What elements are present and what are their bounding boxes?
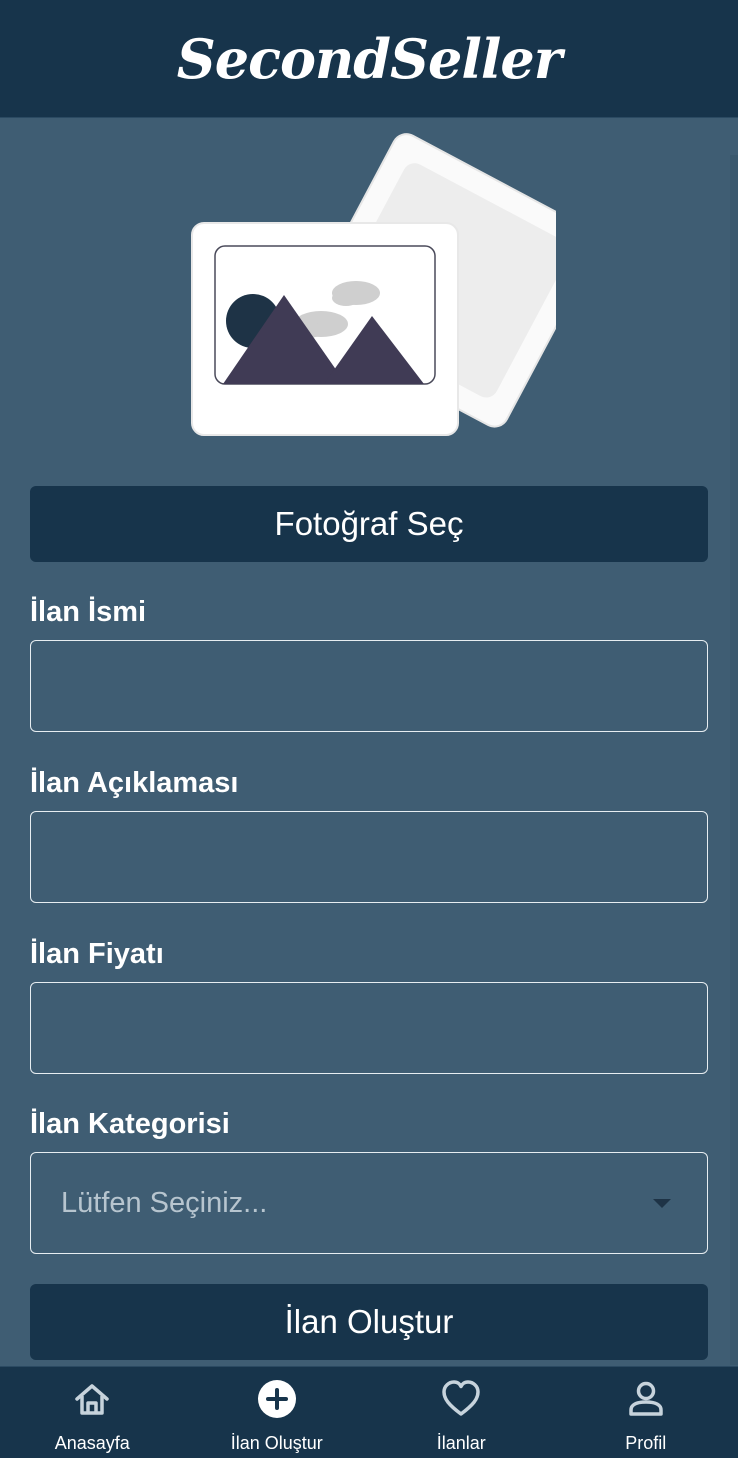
description-label: İlan Açıklaması — [30, 767, 239, 799]
home-icon — [75, 1384, 109, 1415]
name-label: İlan İsmi — [30, 596, 147, 628]
heart-icon — [442, 1380, 480, 1416]
nav-label-listings: İlanlar — [436, 1433, 486, 1453]
price-label: İlan Fiyatı — [30, 938, 164, 970]
nav-label-home: Anasayfa — [54, 1433, 130, 1453]
create-listing-button[interactable]: İlan Oluştur — [30, 1284, 708, 1360]
scrollbar[interactable] — [730, 155, 738, 1365]
image-placeholder-icon — [191, 133, 600, 436]
bottom-navigation: Anasayfa İlan Oluştur İlanlar Profil — [0, 1366, 738, 1458]
category-label: İlan Kategorisi — [30, 1108, 230, 1140]
price-input[interactable] — [30, 982, 708, 1074]
user-icon — [629, 1381, 663, 1416]
photo-placeholder-illustration — [186, 128, 600, 448]
category-placeholder: Lütfen Seçiniz... — [61, 1186, 268, 1219]
plus-circle-icon — [257, 1380, 296, 1418]
category-select[interactable]: Lütfen Seçiniz... — [30, 1152, 708, 1254]
nav-item-listings[interactable]: İlanlar — [369, 1367, 554, 1458]
app-header: SecondSeller — [0, 0, 738, 118]
choose-photo-button[interactable]: Fotoğraf Seç — [30, 486, 708, 562]
nav-item-home[interactable]: Anasayfa — [0, 1367, 185, 1458]
nav-item-create-listing[interactable]: İlan Oluştur — [185, 1367, 370, 1458]
chevron-down-icon — [653, 1198, 671, 1208]
description-input[interactable] — [30, 811, 708, 903]
nav-item-profile[interactable]: Profil — [554, 1367, 738, 1458]
nav-label-profile: Profil — [625, 1433, 667, 1453]
brand-logo: SecondSeller — [176, 26, 562, 91]
nav-label-create-listing: İlan Oluştur — [230, 1433, 323, 1453]
name-input[interactable] — [30, 640, 708, 732]
